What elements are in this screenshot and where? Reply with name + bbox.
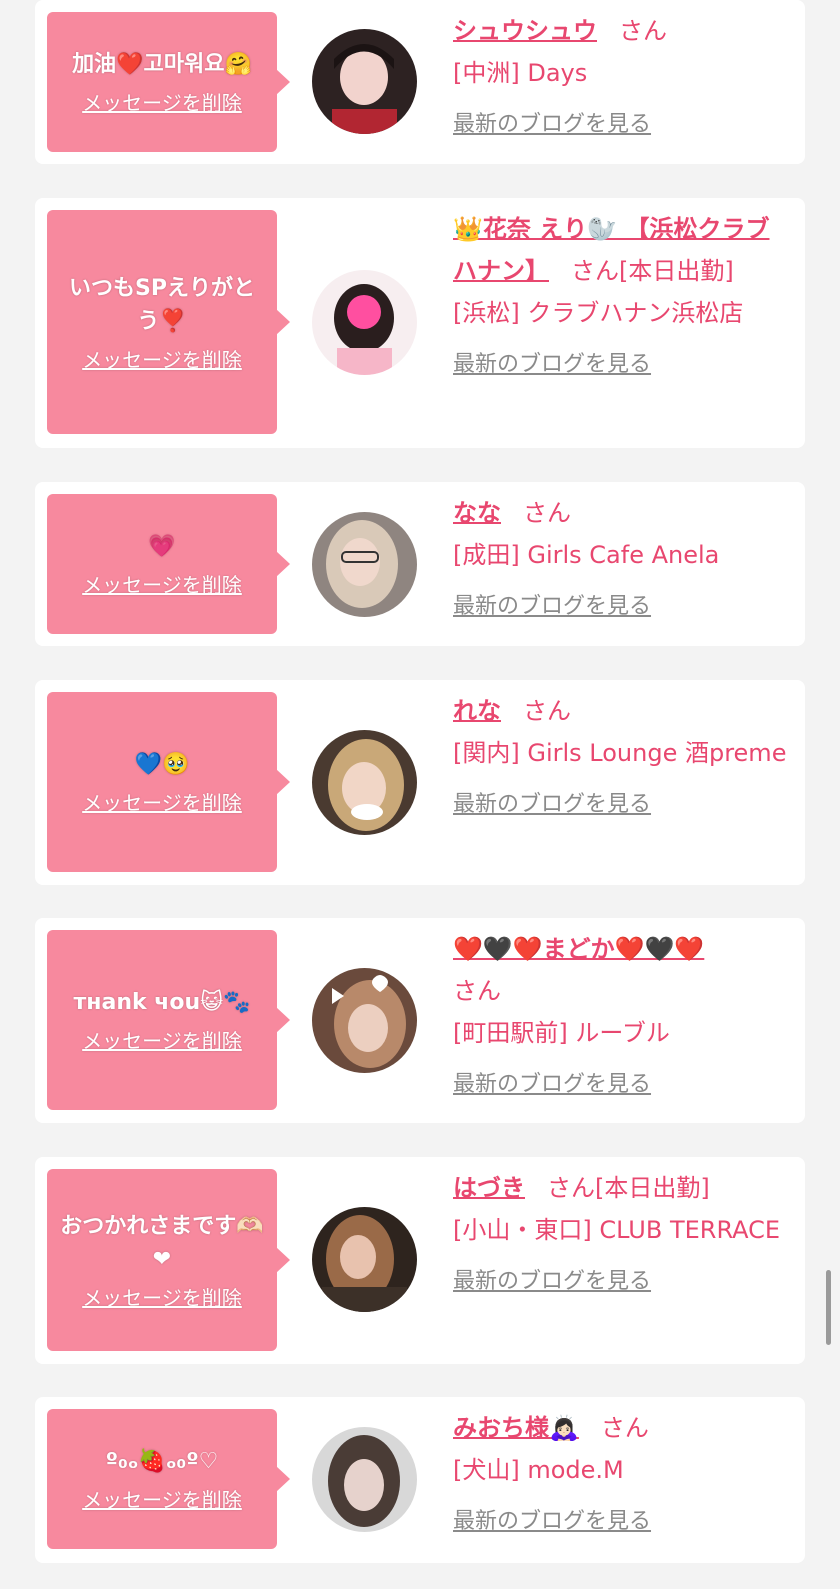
profile-info: ❤️🖤❤️まどか❤️🖤❤️ さん [町田駅前] ルーブル 最新のブログを見る [453,928,788,1106]
latest-blog-link[interactable]: 最新のブログを見る [453,586,651,628]
honorific: さん [600,1414,649,1442]
profile-info: みおち様🙇🏻‍♀️ さん [犬山] mode.M 最新のブログを見る [453,1407,788,1543]
message-card: 💗 メッセージを削除 なな さん [成田] Girls Cafe Anela 最新… [35,482,805,646]
honorific: さん [453,977,501,1005]
message-text: おつかれさまです🫶🏻❤ [60,1213,264,1272]
message-bubble: тнank чou😺🐾 メッセージを削除 [47,930,290,1110]
message-bubble: おつかれさまです🫶🏻❤ メッセージを削除 [47,1169,290,1351]
profile-name-link[interactable]: シュウシュウ [453,17,597,45]
avatar[interactable] [312,730,417,835]
delete-message-link[interactable]: メッセージを削除 [82,1484,242,1513]
delete-message-link[interactable]: メッセージを削除 [82,569,242,598]
message-card: いつもSPえりがとう❣️ メッセージを削除 👑花奈 えり🦭 【浜松クラブハナン】… [35,198,805,448]
profile-info: シュウシュウ さん [中洲] Days 最新のブログを見る [453,10,788,146]
delete-message-link[interactable]: メッセージを削除 [82,1282,242,1311]
profile-info: なな さん [成田] Girls Cafe Anela 最新のブログを見る [453,492,788,628]
avatar[interactable] [312,1427,417,1532]
latest-blog-link[interactable]: 最新のブログを見る [453,1064,651,1106]
honorific: さん [571,257,619,285]
message-card: тнank чou😺🐾 メッセージを削除 ❤️🖤❤️まどか❤️🖤❤️ さん [町… [35,918,805,1123]
avatar[interactable] [312,270,417,375]
profile-name-link[interactable]: みおち様🙇🏻‍♀️ [453,1414,579,1442]
avatar[interactable] [312,29,417,134]
profile-name-link[interactable]: なな [453,499,501,527]
message-text: º₀ₒ🍓ₒ₀º♡ [105,1449,219,1474]
shop-name: [浜松] クラブハナン浜松店 [453,299,744,327]
message-bubble: いつもSPえりがとう❣️ メッセージを削除 [47,210,290,434]
message-text: 💙🥹 [134,752,190,777]
delete-message-link[interactable]: メッセージを削除 [82,787,242,816]
latest-blog-link[interactable]: 最新のブログを見る [453,344,651,386]
message-text: тнank чou😺🐾 [73,990,251,1015]
shop-name: [成田] Girls Cafe Anela [453,541,720,569]
honorific: さん [523,499,571,527]
profile-info: はづき さん[本日出勤] [小山・東口] CLUB TERRACE 最新のブログを… [453,1167,788,1303]
message-text: 加油❤️고마워요🤗 [72,52,252,77]
shop-name: [町田駅前] ルーブル [453,1019,670,1047]
shop-name: [中洲] Days [453,59,588,87]
avatar[interactable] [312,968,417,1073]
latest-blog-link[interactable]: 最新のブログを見る [453,1501,651,1543]
status-text: [本日出勤] [595,1174,710,1202]
profile-name-link[interactable]: はづき [453,1174,525,1202]
profile-name-link[interactable]: れな [453,697,501,725]
profile-info: 👑花奈 えり🦭 【浜松クラブハナン】 さん[本日出勤] [浜松] クラブハナン浜松… [453,208,788,386]
delete-message-link[interactable]: メッセージを削除 [82,87,242,116]
message-card: 💙🥹 メッセージを削除 れな さん [関内] Girls Lounge 酒prem… [35,680,805,885]
delete-message-link[interactable]: メッセージを削除 [82,344,242,373]
shop-name: [小山・東口] CLUB TERRACE [453,1216,781,1244]
latest-blog-link[interactable]: 最新のブログを見る [453,784,651,826]
message-card: 加油❤️고마워요🤗 メッセージを削除 シュウシュウ さん [中洲] Days 最新… [35,0,805,164]
latest-blog-link[interactable]: 最新のブログを見る [453,1261,651,1303]
message-text: 💗 [148,534,176,559]
status-text: [本日出勤] [619,257,734,285]
delete-message-link[interactable]: メッセージを削除 [82,1025,242,1054]
profile-info: れな さん [関内] Girls Lounge 酒preme 最新のブログを見る [453,690,788,826]
avatar[interactable] [312,512,417,617]
avatar[interactable] [312,1207,417,1312]
message-bubble: º₀ₒ🍓ₒ₀º♡ メッセージを削除 [47,1409,290,1549]
shop-name: [関内] Girls Lounge 酒preme [453,739,787,767]
message-card: おつかれさまです🫶🏻❤ メッセージを削除 はづき さん[本日出勤] [小山・東口]… [35,1157,805,1364]
message-card: º₀ₒ🍓ₒ₀º♡ メッセージを削除 みおち様🙇🏻‍♀️ さん [犬山] mode.… [35,1397,805,1563]
message-bubble: 💗 メッセージを削除 [47,494,290,634]
honorific: さん [619,17,667,45]
honorific: さん [523,697,571,725]
message-text: いつもSPえりがとう❣️ [69,275,255,334]
message-bubble: 💙🥹 メッセージを削除 [47,692,290,872]
message-bubble: 加油❤️고마워요🤗 メッセージを削除 [47,12,290,152]
shop-name: [犬山] mode.M [453,1456,624,1484]
honorific: さん [547,1174,595,1202]
scrollbar[interactable] [826,1270,831,1345]
latest-blog-link[interactable]: 最新のブログを見る [453,104,651,146]
profile-name-link[interactable]: ❤️🖤❤️まどか❤️🖤❤️ [453,935,704,963]
